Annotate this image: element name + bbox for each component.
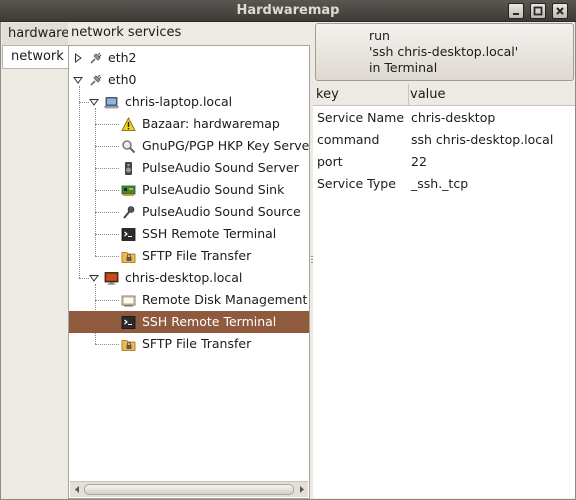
tree-row-label: SFTP File Transfer [142, 248, 252, 263]
expander-open-icon[interactable] [89, 97, 99, 107]
tree-row[interactable]: SFTP File Transfer [69, 245, 309, 267]
audio-server-icon [121, 161, 136, 176]
scroll-right-icon[interactable] [297, 485, 306, 494]
scroll-left-icon[interactable] [73, 485, 82, 494]
network-plug-icon [88, 73, 103, 88]
tree-row-label: SSH Remote Terminal [142, 226, 277, 241]
property-key: Service Type [317, 176, 396, 191]
main-window: hardware network network services eth2 et… [0, 22, 576, 500]
desktop-icon [104, 271, 119, 286]
run-button-line: in Terminal [369, 60, 438, 75]
tree-row[interactable]: SSH Remote Terminal [69, 223, 309, 245]
column-header-key[interactable]: key [316, 84, 339, 106]
property-value: chris-desktop [411, 110, 496, 125]
key-search-icon [121, 139, 136, 154]
scrollbar-thumb[interactable] [84, 484, 294, 495]
property-row[interactable]: Service Type _ssh._tcp [313, 173, 575, 195]
expander-open-icon[interactable] [73, 75, 83, 85]
disk-manager-icon [121, 293, 136, 308]
tab-strip: hardware network [2, 22, 69, 498]
close-icon [556, 7, 564, 15]
column-header-value[interactable]: value [408, 84, 446, 106]
tree-row-label: GnuPG/PGP HKP Key Server [142, 138, 309, 153]
tree-row[interactable]: chris-laptop.local [69, 91, 309, 113]
property-key: Service Name [317, 110, 405, 125]
network-plug-icon [88, 51, 103, 66]
network-services-tree[interactable]: eth2 eth0 chris-laptop.local Bazaar: hardwa… [68, 45, 310, 499]
minimize-button[interactable] [508, 3, 524, 19]
maximize-icon [533, 6, 543, 16]
minimize-icon [513, 13, 519, 15]
close-button[interactable] [552, 3, 568, 19]
tree-row-label: chris-laptop.local [125, 94, 233, 109]
run-button-line: 'ssh chris-desktop.local' [369, 44, 519, 59]
tree-row-label: Remote Disk Management [142, 292, 308, 307]
tree-row[interactable]: Remote Disk Management [69, 289, 309, 311]
run-button-line: run [369, 28, 390, 43]
run-in-terminal-button[interactable]: run 'ssh chris-desktop.local' in Termina… [315, 23, 574, 81]
tab-network[interactable]: network [2, 45, 68, 69]
tree-column-header[interactable]: network services [68, 22, 310, 44]
property-row[interactable]: Service Name chris-desktop [313, 107, 575, 129]
tree-row[interactable]: Bazaar: hardwaremap [69, 113, 309, 135]
property-value: ssh chris-desktop.local [411, 132, 554, 147]
tree-row[interactable]: chris-desktop.local [69, 267, 309, 289]
title-bar: Hardwaremap [0, 0, 576, 22]
tree-row[interactable]: GnuPG/PGP HKP Key Server [69, 135, 309, 157]
tree-row-label: PulseAudio Sound Source [142, 204, 301, 219]
property-value: _ssh._tcp [411, 176, 469, 191]
tree-row[interactable]: PulseAudio Sound Sink [69, 179, 309, 201]
property-row[interactable]: command ssh chris-desktop.local [313, 129, 575, 151]
window-title: Hardwaremap [236, 3, 340, 18]
tree-row-label: eth0 [108, 72, 137, 87]
tree-row-label: PulseAudio Sound Sink [142, 182, 285, 197]
tree-row[interactable]: PulseAudio Sound Server [69, 157, 309, 179]
network-services-panel: network services eth2 eth0 chris-laptop.lo… [68, 22, 310, 499]
tree-row-label: Bazaar: hardwaremap [142, 116, 280, 131]
tree-row-label: SFTP File Transfer [142, 336, 252, 351]
expander-open-icon[interactable] [89, 273, 99, 283]
folder-lock-icon [121, 337, 136, 352]
microphone-icon [121, 205, 136, 220]
tree-row[interactable]: SSH Remote Terminal [69, 311, 309, 333]
property-value: 22 [411, 154, 427, 169]
property-row[interactable]: port 22 [313, 151, 575, 173]
tree-row[interactable]: SFTP File Transfer [69, 333, 309, 355]
maximize-button[interactable] [530, 3, 546, 19]
tree-row-label: SSH Remote Terminal [142, 314, 277, 329]
properties-header: key value [313, 84, 575, 106]
folder-lock-icon [121, 249, 136, 264]
properties-table[interactable]: key value Service Name chris-desktop com… [313, 84, 575, 498]
tree-row[interactable]: eth2 [69, 47, 309, 69]
tree-row[interactable]: eth0 [69, 69, 309, 91]
warning-icon [121, 117, 136, 132]
property-key: port [317, 154, 343, 169]
laptop-icon [103, 95, 120, 110]
expander-closed-icon[interactable] [73, 53, 83, 63]
tree-row-label: PulseAudio Sound Server [142, 160, 299, 175]
terminal-icon [121, 227, 136, 242]
tree-row-label: eth2 [108, 50, 137, 65]
tree-row[interactable]: PulseAudio Sound Source [69, 201, 309, 223]
horizontal-scrollbar[interactable] [70, 481, 308, 497]
sound-card-icon [121, 183, 136, 198]
property-key: command [317, 132, 380, 147]
tree-row-label: chris-desktop.local [125, 270, 243, 285]
terminal-icon [121, 315, 136, 330]
tab-hardware[interactable]: hardware [2, 23, 69, 45]
